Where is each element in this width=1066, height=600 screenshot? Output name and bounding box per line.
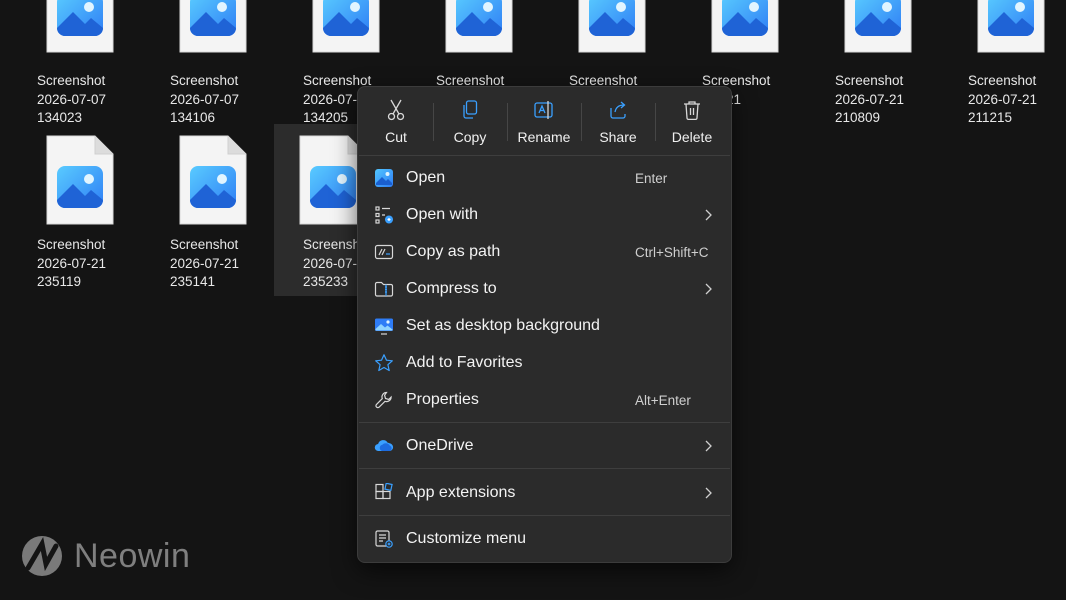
quick-actions-divider: [507, 103, 508, 141]
compress-icon: [374, 279, 394, 299]
chevron-right-icon: [705, 440, 712, 452]
cut-icon: [361, 99, 431, 121]
copy-path-icon: [374, 242, 394, 262]
menu-separator: [359, 468, 730, 469]
file-item[interactable]: Screenshot 2026-07-21 211215: [962, 0, 1066, 125]
file-name: Screenshot 2026-07-21 210809: [835, 73, 905, 125]
file-name: Screenshot 2026-07-21 235141: [170, 237, 240, 289]
neowin-logo-icon: [22, 536, 62, 576]
menu-separator: [359, 515, 730, 516]
file-item[interactable]: Screenshot 2026-07-21 235119: [31, 132, 139, 296]
share-icon: [583, 99, 653, 121]
photos-icon: [374, 168, 394, 188]
context-menu: Cut Copy Rename Share Delete Open Enter: [357, 86, 732, 563]
chevron-right-icon: [705, 209, 712, 221]
copy-button[interactable]: Copy: [435, 87, 505, 149]
app-extensions-icon: [374, 483, 394, 503]
menu-item-open-with[interactable]: Open with: [362, 198, 727, 232]
menu-item-onedrive[interactable]: OneDrive: [362, 429, 727, 463]
delete-button[interactable]: Delete: [657, 87, 727, 149]
menu-item-copy-as-path[interactable]: Copy as path Ctrl+Shift+C: [362, 235, 727, 269]
star-icon: [374, 353, 394, 373]
menu-item-set-as-desktop-background[interactable]: Set as desktop background: [362, 309, 727, 343]
onedrive-icon: [374, 436, 394, 456]
image-file-icon: [444, 0, 514, 54]
menu-item-open[interactable]: Open Enter: [362, 161, 727, 195]
menu-item-compress-to[interactable]: Compress to: [362, 272, 727, 306]
image-file-icon: [577, 0, 647, 54]
file-item[interactable]: Screenshot 2026-07-21 210809: [829, 0, 937, 125]
file-item[interactable]: Screenshot 2026-07-07 134023: [31, 0, 139, 125]
image-file-icon: [843, 0, 913, 54]
wrench-icon: [374, 390, 394, 410]
menu-item-app-extensions[interactable]: App extensions: [362, 476, 727, 510]
share-button[interactable]: Share: [583, 87, 653, 149]
file-name: Screensh 2026-07- 235233: [303, 237, 361, 289]
menu-item-add-to-favorites[interactable]: Add to Favorites: [362, 346, 727, 380]
rename-button[interactable]: Rename: [509, 87, 579, 149]
menu-item-properties[interactable]: Properties Alt+Enter: [362, 383, 727, 417]
menu-item-customize-menu[interactable]: Customize menu: [362, 522, 727, 556]
customize-icon: [374, 529, 394, 549]
delete-icon: [657, 99, 727, 121]
image-file-icon: [311, 0, 381, 54]
rename-icon: [509, 99, 579, 121]
file-item[interactable]: Screenshot 2026-07-07 134106: [164, 0, 272, 125]
file-name: Screenshot 2026-07-21 235119: [37, 237, 107, 289]
file-item-selected[interactable]: Screensh 2026-07- 235233: [274, 124, 367, 296]
neowin-watermark: Neowin: [20, 534, 190, 578]
image-file-icon: [178, 0, 248, 54]
quick-actions-divider: [433, 103, 434, 141]
quick-actions-divider: [581, 103, 582, 141]
quick-actions-divider: [655, 103, 656, 141]
file-item[interactable]: Screenshot 2026-07-21 235141: [164, 132, 272, 296]
chevron-right-icon: [705, 283, 712, 295]
file-name: Screenshot 2026-07-07 134106: [170, 73, 240, 125]
image-file-icon: [45, 0, 115, 54]
image-file-icon: [45, 134, 115, 226]
copy-icon: [435, 99, 505, 121]
image-file-icon: [178, 134, 248, 226]
file-name: Screenshot 2026-07-21 211215: [968, 73, 1038, 125]
cut-button[interactable]: Cut: [361, 87, 431, 149]
menu-separator: [359, 422, 730, 423]
desktop-background-icon: [374, 316, 394, 336]
menu-separator: [359, 155, 730, 156]
open-with-icon: [374, 205, 394, 225]
file-name: Screenshot 2026-07-07 134023: [37, 73, 107, 125]
watermark-text: Neowin: [74, 536, 191, 575]
image-file-icon: [976, 0, 1046, 54]
chevron-right-icon: [705, 487, 712, 499]
image-file-icon: [710, 0, 780, 54]
